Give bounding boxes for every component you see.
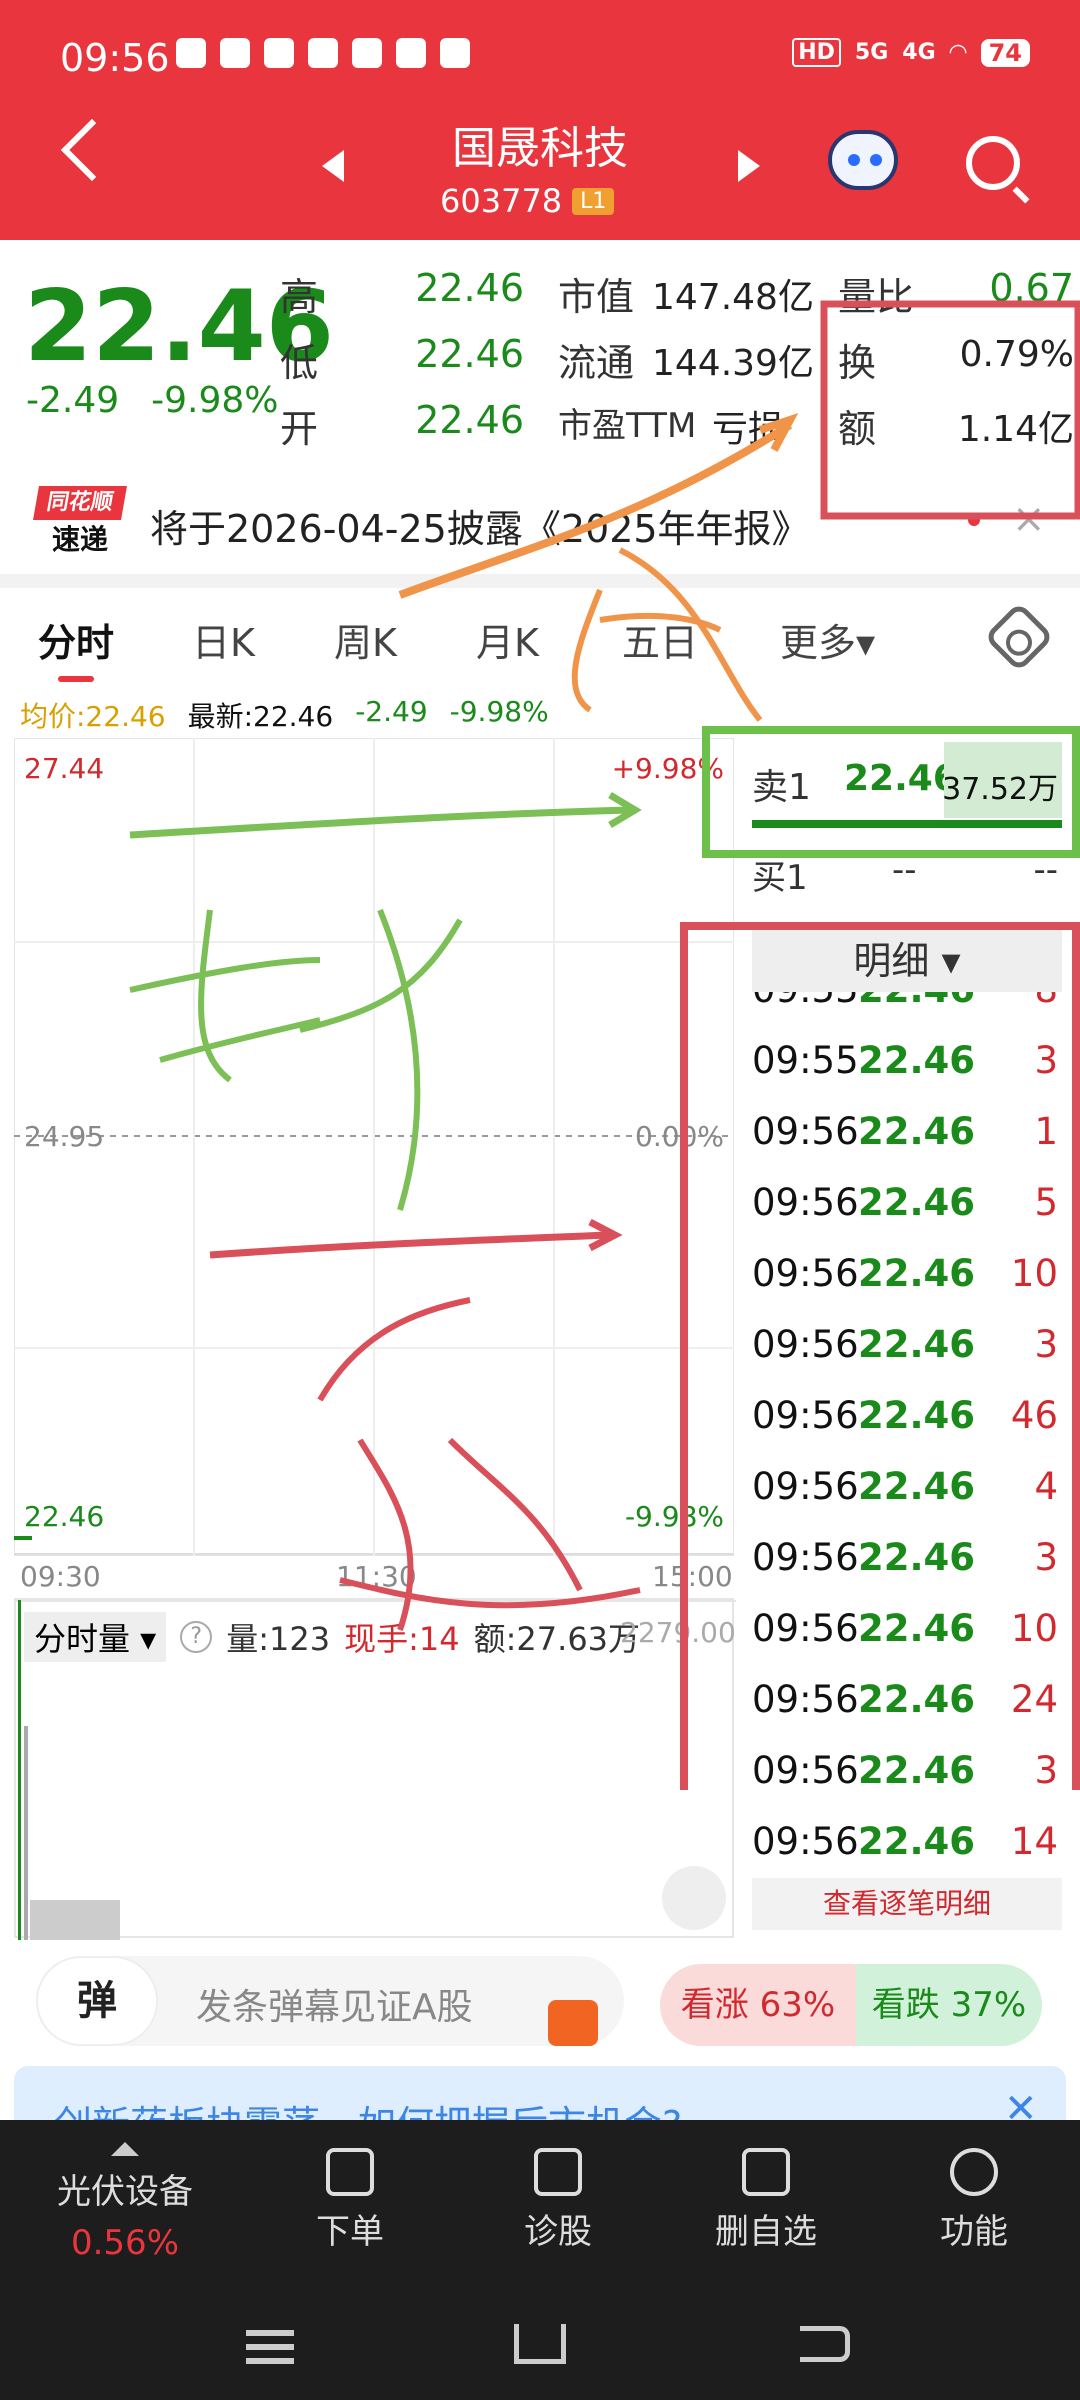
vote-fall-button[interactable]: 看跌 37% [856, 1964, 1042, 2046]
stock-code: 603778 [440, 182, 563, 220]
top-header: 09:56 HD 5G 4G ◠ 74 国晟科技 603778 L1 [0, 0, 1080, 240]
battery-icon: 74 [980, 38, 1030, 67]
danmu-badge[interactable]: 弹 [36, 1956, 158, 2046]
sector-name: 光伏设备 [57, 2172, 193, 2212]
nav-remove-watchlist[interactable]: 删自选 [666, 2148, 866, 2253]
handwriting-si [317, 1297, 641, 1631]
status-notification-icons [176, 38, 470, 68]
search-icon[interactable] [966, 136, 1020, 190]
nav-functions-label: 功能 [940, 2212, 1008, 2252]
stock-detail-screen: { "status_bar": { "time": "09:56", "hd":… [0, 0, 1080, 2400]
robot-assistant-icon[interactable] [828, 130, 898, 190]
wifi-icon: ◠ [949, 40, 967, 65]
diagnose-icon [534, 2148, 582, 2196]
nav-order[interactable]: 下单 [250, 2148, 450, 2253]
order-icon [326, 2148, 374, 2196]
functions-icon [950, 2148, 998, 2196]
app-icon [264, 38, 294, 68]
tick-volume: 14 [1010, 1820, 1058, 1863]
status-right: HD 5G 4G ◠ 74 [792, 38, 1030, 67]
nav-diagnose[interactable]: 诊股 [458, 2148, 658, 2253]
tick-time: 09:56 [752, 1820, 859, 1863]
back-icon[interactable] [60, 118, 124, 182]
alipay-icon [308, 38, 338, 68]
home-icon[interactable] [514, 2324, 566, 2364]
handwritten-annotations [129, 300, 1080, 1790]
sector-nav-item[interactable]: 光伏设备 0.56% [20, 2142, 230, 2263]
robot-eye-left [848, 154, 860, 166]
menu-icon[interactable] [246, 2344, 294, 2350]
nav-order-label: 下单 [316, 2212, 384, 2252]
browser-icon [396, 38, 426, 68]
vote-rise-button[interactable]: 看涨 63% [660, 1964, 856, 2046]
caret-up-icon [111, 2142, 139, 2156]
status-time: 09:56 [60, 36, 170, 80]
sector-pct: 0.56% [70, 2223, 179, 2263]
arrow-orange [398, 421, 793, 599]
view-tick-detail-link[interactable]: 查看逐笔明细 [752, 1878, 1062, 1930]
danmu-input[interactable]: 弹 发条弹幕见证A股 [36, 1956, 624, 2046]
volume-bars-tail [30, 1900, 120, 1940]
highlight-box-turnover [820, 300, 1080, 520]
handwriting-cheng [571, 547, 763, 722]
trade-detail-row: 09:56 22.46 14 [752, 1820, 1062, 1872]
music-icon [352, 38, 382, 68]
remove-watchlist-icon [742, 2148, 790, 2196]
arrow-red [209, 1231, 611, 1259]
nav-functions[interactable]: 功能 [874, 2148, 1074, 2253]
danmu-placeholder: 发条弹幕见证A股 [196, 1987, 473, 2028]
stock-code-row: 603778 L1 [440, 182, 615, 220]
highlight-box-detail [680, 922, 1080, 1790]
system-nav-bar [0, 2300, 1080, 2400]
wechat-icon [176, 38, 206, 68]
signal-4g: 4G [902, 40, 936, 65]
handwriting-feng [129, 908, 463, 1211]
signal-5g: 5G [854, 40, 889, 65]
hd-icon: HD [792, 38, 841, 67]
stock-name: 国晟科技 [452, 123, 628, 174]
tick-price: 22.46 [858, 1820, 976, 1863]
robot-eye-right [870, 154, 882, 166]
message-icon [220, 38, 250, 68]
back-nav-icon[interactable] [800, 2326, 850, 2362]
level-badge: L1 [572, 187, 615, 215]
gift-icon[interactable] [548, 2000, 598, 2046]
expand-icon[interactable] [662, 1866, 726, 1930]
nav-remove-label: 删自选 [715, 2212, 817, 2252]
next-stock-icon[interactable] [738, 150, 760, 182]
arrow-green [129, 806, 631, 839]
bell-icon [440, 38, 470, 68]
nav-diagnose-label: 诊股 [524, 2212, 592, 2252]
highlight-box-sell1 [702, 726, 1080, 858]
